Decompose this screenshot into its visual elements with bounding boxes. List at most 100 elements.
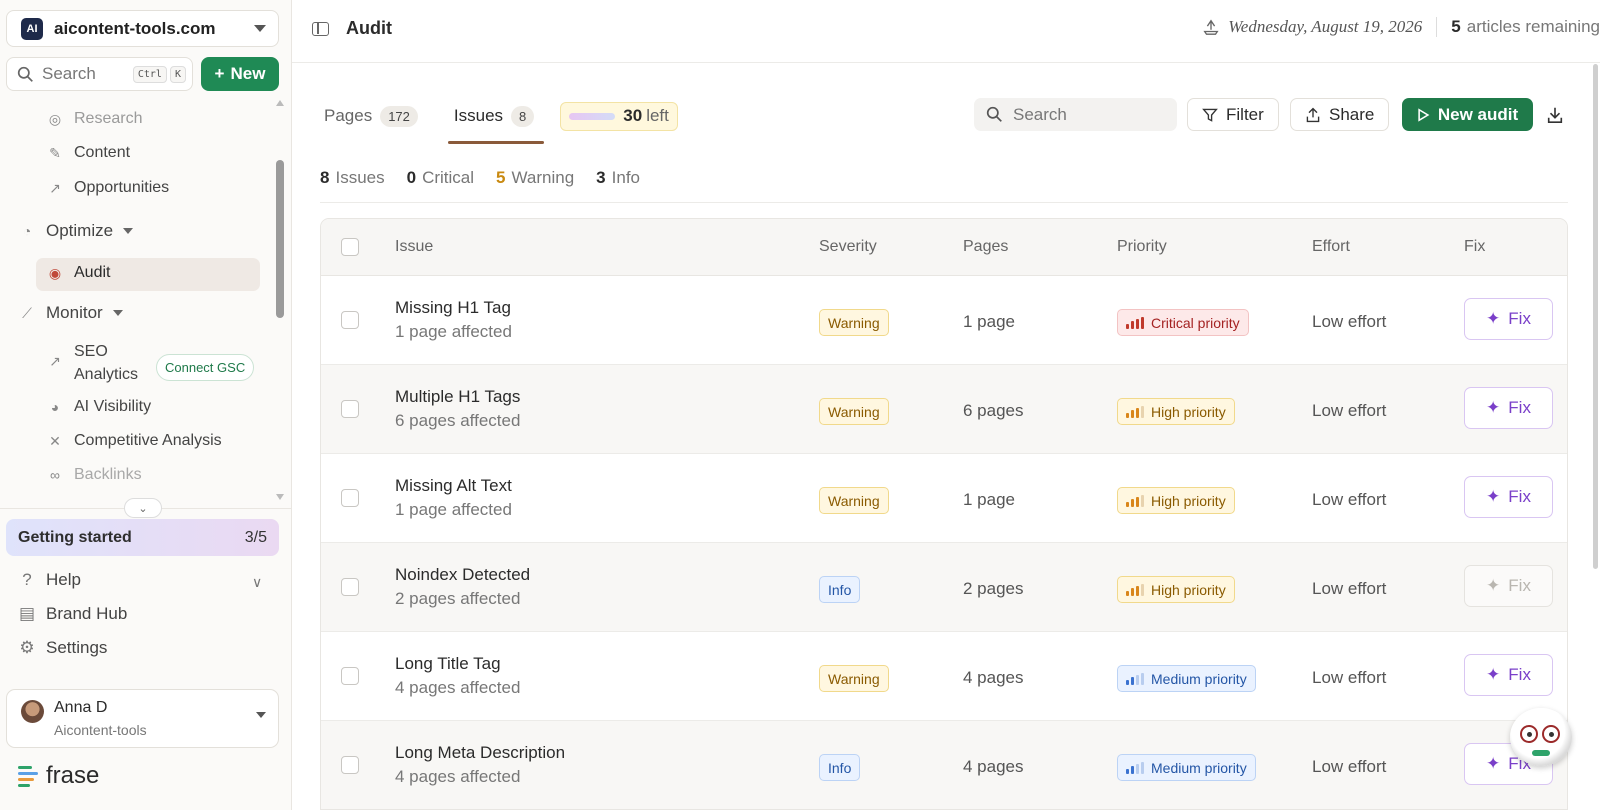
severity-badge: Warning: [819, 398, 889, 425]
filter-label: Filter: [1226, 104, 1264, 124]
sidebar-item-label: Research: [74, 110, 143, 127]
chevron-down-icon[interactable]: ∨: [252, 574, 262, 591]
getting-started-card[interactable]: Getting started 3/5: [6, 519, 279, 556]
table-row[interactable]: Missing Alt Text 1 page affected Warning…: [321, 454, 1567, 543]
sidebar-scrollbar[interactable]: [276, 160, 284, 318]
summary-warning[interactable]: 5 Warning: [496, 168, 574, 188]
priority-badge: High priority: [1117, 487, 1235, 514]
link-icon: ∞: [50, 467, 60, 483]
download-icon: [1547, 107, 1563, 123]
fix-button[interactable]: ✦ Fix: [1464, 476, 1553, 518]
filter-button[interactable]: Filter: [1187, 98, 1279, 131]
summary-info-count: 3: [596, 168, 606, 187]
articles-remaining-label: articles remaining: [1466, 17, 1600, 36]
table-row[interactable]: Multiple H1 Tags 6 pages affected Warnin…: [321, 365, 1567, 454]
sidebar-toggle-icon[interactable]: [312, 22, 329, 36]
new-audit-button[interactable]: New audit: [1402, 98, 1533, 131]
feather-icon: ✎: [49, 144, 61, 161]
download-button[interactable]: [1540, 100, 1570, 129]
summary-issues[interactable]: 8 Issues: [320, 168, 385, 188]
effort-label: Low effort: [1312, 312, 1387, 331]
summary-critical[interactable]: 0 Critical: [407, 168, 474, 188]
share-label: Share: [1329, 104, 1375, 124]
sidebar-item-settings[interactable]: ⚙ Settings: [18, 638, 107, 658]
column-header-issue[interactable]: Issue: [395, 238, 433, 256]
sidebar-item-ai-visibility[interactable]: ◕ AI Visibility: [46, 398, 151, 416]
swords-icon: ✕: [49, 432, 61, 449]
priority-label: Medium priority: [1151, 759, 1247, 776]
table-row[interactable]: Long Title Tag 4 pages affected Warning …: [321, 632, 1567, 721]
sidebar-item-content[interactable]: ✎ Content: [46, 144, 130, 162]
sidebar-item-help[interactable]: ? Help: [18, 570, 81, 590]
priority-label: Medium priority: [1151, 670, 1247, 687]
tab-issues[interactable]: Issues 8: [447, 98, 545, 144]
issue-title: Long Title Tag: [395, 654, 501, 673]
workspace-switcher[interactable]: AI aicontent-tools.com: [6, 10, 279, 47]
sparkle-icon: ✦: [1486, 309, 1501, 328]
sparkle-icon: ✦: [1486, 665, 1501, 684]
priority-bars-icon: [1126, 761, 1144, 774]
pages-count: 6 pages: [963, 401, 1024, 420]
column-header-pages[interactable]: Pages: [963, 238, 1008, 256]
sidebar-item-backlinks[interactable]: ∞ Backlinks: [46, 466, 142, 484]
tab-pages[interactable]: Pages 172: [324, 98, 422, 134]
credits-bar: [569, 112, 616, 120]
scroll-down-arrow[interactable]: [276, 494, 284, 500]
priority-bars-icon: [1126, 583, 1144, 596]
select-all-checkbox[interactable]: [341, 238, 359, 256]
sidebar-item-label-line1: SEO: [74, 343, 108, 360]
chart-icon: ↗: [49, 352, 61, 369]
table-row[interactable]: Missing H1 Tag 1 page affected Warning 1…: [321, 276, 1567, 365]
row-checkbox[interactable]: [341, 756, 359, 774]
sidebar-group-monitor[interactable]: ⟋ Monitor: [18, 303, 123, 323]
column-header-priority[interactable]: Priority: [1117, 238, 1167, 256]
connect-gsc-button[interactable]: Connect GSC: [156, 354, 255, 381]
sidebar-item-seo-analytics[interactable]: ↗ SEO Analytics: [46, 340, 138, 386]
main-scrollbar[interactable]: [1593, 64, 1598, 569]
sidebar-item-audit[interactable]: ◉ Audit: [46, 264, 111, 282]
top-bar: Audit Wednesday, August 19, 2026 5 artic…: [292, 0, 1600, 63]
user-menu[interactable]: Anna D Aicontent-tools: [6, 689, 279, 748]
workspace-logo: AI: [21, 17, 43, 40]
row-checkbox[interactable]: [341, 400, 359, 418]
sidebar-item-research[interactable]: ◎ Research: [46, 110, 143, 128]
audit-search-input[interactable]: Search: [974, 98, 1177, 131]
assistant-bot-button[interactable]: [1510, 708, 1572, 766]
sidebar-nav: ◎ Research ✎ Content ↗ Opportunities ◔ O…: [0, 104, 286, 502]
priority-label: High priority: [1151, 403, 1226, 420]
sidebar-group-optimize[interactable]: ◔ Optimize: [18, 221, 134, 241]
fix-button[interactable]: ✦ Fix: [1464, 654, 1553, 696]
fix-button[interactable]: ✦ Fix: [1464, 565, 1553, 607]
chevron-down-icon: [254, 25, 266, 32]
column-header-effort[interactable]: Effort: [1312, 238, 1350, 256]
sparkle-icon: ✦: [1486, 754, 1501, 773]
issue-affected: 4 pages affected: [395, 767, 521, 786]
articles-remaining-count: 5: [1451, 17, 1461, 36]
table-row[interactable]: Noindex Detected 2 pages affected Info 2…: [321, 543, 1567, 632]
fix-button[interactable]: ✦ Fix: [1464, 387, 1553, 429]
row-checkbox[interactable]: [341, 311, 359, 329]
new-button[interactable]: + New: [201, 57, 279, 91]
row-checkbox[interactable]: [341, 667, 359, 685]
sidebar-item-brand-hub[interactable]: ▤ Brand Hub: [18, 604, 127, 624]
sidebar-item-opportunities[interactable]: ↗ Opportunities: [46, 179, 169, 197]
column-header-fix: Fix: [1464, 238, 1486, 255]
sidebar-item-label: Opportunities: [74, 179, 170, 196]
table-row[interactable]: Long Meta Description 4 pages affected I…: [321, 721, 1567, 809]
share-button[interactable]: Share: [1290, 98, 1390, 131]
chevron-down-icon: [112, 310, 123, 316]
sidebar-item-competitive-analysis[interactable]: ✕ Competitive Analysis: [46, 432, 222, 450]
sidebar-item-label: Settings: [46, 638, 108, 657]
sidebar-item-label: Help: [46, 570, 81, 589]
scroll-up-arrow[interactable]: [276, 100, 284, 106]
expand-nav-button[interactable]: ⌄: [124, 498, 162, 518]
row-checkbox[interactable]: [341, 489, 359, 507]
row-checkbox[interactable]: [341, 578, 359, 596]
tab-label: Pages: [324, 106, 373, 125]
table-header: Issue Severity Pages Priority Effort Fix: [321, 219, 1567, 276]
sidebar-search[interactable]: Search Ctrl K: [6, 57, 193, 91]
fix-button[interactable]: ✦ Fix: [1464, 298, 1553, 340]
bot-eye-icon: [1520, 725, 1538, 743]
column-header-severity[interactable]: Severity: [819, 238, 877, 256]
summary-info[interactable]: 3 Info: [596, 168, 640, 188]
